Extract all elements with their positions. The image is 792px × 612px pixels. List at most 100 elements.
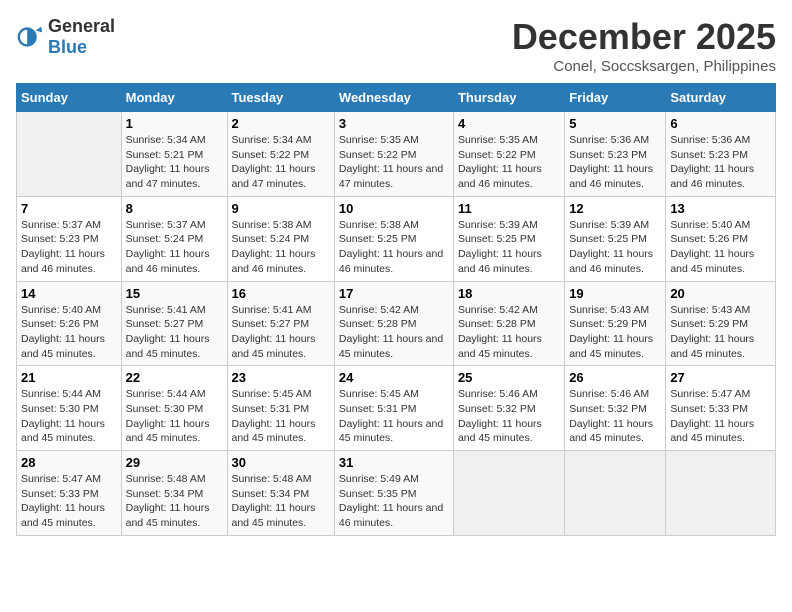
calendar-cell: 21Sunrise: 5:44 AMSunset: 5:30 PMDayligh… (17, 366, 122, 451)
week-row-3: 21Sunrise: 5:44 AMSunset: 5:30 PMDayligh… (17, 366, 776, 451)
calendar-cell (666, 451, 776, 536)
logo-blue: Blue (48, 37, 87, 57)
calendar-cell: 5 Sunrise: 5:36 AMSunset: 5:23 PMDaylight… (565, 112, 666, 197)
day-number: 4 (458, 116, 560, 131)
day-number: 13 (670, 201, 771, 216)
day-info: Sunrise: 5:45 AMSunset: 5:31 PMDaylight:… (339, 387, 449, 446)
day-number: 9 (232, 201, 330, 216)
day-info: Sunrise: 5:46 AMSunset: 5:32 PMDaylight:… (458, 387, 560, 446)
day-number: 20 (670, 286, 771, 301)
day-info: Sunrise: 5:47 AMSunset: 5:33 PMDaylight:… (21, 472, 117, 531)
day-number: 15 (126, 286, 223, 301)
title-area: December 2025 Conel, Soccsksargen, Phili… (512, 16, 776, 75)
logo-text: General Blue (48, 16, 115, 58)
day-header-thursday: Thursday (453, 84, 564, 112)
day-info: Sunrise: 5:46 AMSunset: 5:32 PMDaylight:… (569, 387, 661, 446)
day-header-friday: Friday (565, 84, 666, 112)
calendar-cell: 25 Sunrise: 5:46 AMSunset: 5:32 PMDayligh… (453, 366, 564, 451)
calendar-cell: 22 Sunrise: 5:44 AMSunset: 5:30 PMDayligh… (121, 366, 227, 451)
day-info: Sunrise: 5:35 AMSunset: 5:22 PMDaylight:… (458, 133, 560, 192)
day-info: Sunrise: 5:37 AMSunset: 5:24 PMDaylight:… (126, 218, 223, 277)
day-info: Sunrise: 5:49 AMSunset: 5:35 PMDaylight:… (339, 472, 449, 531)
day-info: Sunrise: 5:40 AMSunset: 5:26 PMDaylight:… (670, 218, 771, 277)
calendar-cell: 6 Sunrise: 5:36 AMSunset: 5:23 PMDaylight… (666, 112, 776, 197)
calendar-cell: 20Sunrise: 5:43 AMSunset: 5:29 PMDayligh… (666, 281, 776, 366)
calendar-cell: 9 Sunrise: 5:38 AMSunset: 5:24 PMDaylight… (227, 196, 334, 281)
day-number: 8 (126, 201, 223, 216)
calendar-cell: 24 Sunrise: 5:45 AMSunset: 5:31 PMDayligh… (334, 366, 453, 451)
calendar-cell: 16 Sunrise: 5:41 AMSunset: 5:27 PMDayligh… (227, 281, 334, 366)
day-info: Sunrise: 5:38 AMSunset: 5:24 PMDaylight:… (232, 218, 330, 277)
calendar-cell: 3Sunrise: 5:35 AMSunset: 5:22 PMDaylight… (334, 112, 453, 197)
day-info: Sunrise: 5:48 AMSunset: 5:34 PMDaylight:… (126, 472, 223, 531)
day-info: Sunrise: 5:47 AMSunset: 5:33 PMDaylight:… (670, 387, 771, 446)
day-info: Sunrise: 5:36 AMSunset: 5:23 PMDaylight:… (569, 133, 661, 192)
day-number: 31 (339, 455, 449, 470)
calendar-cell: 10 Sunrise: 5:38 AMSunset: 5:25 PMDayligh… (334, 196, 453, 281)
day-info: Sunrise: 5:44 AMSunset: 5:30 PMDaylight:… (126, 387, 223, 446)
calendar-cell: 8 Sunrise: 5:37 AMSunset: 5:24 PMDaylight… (121, 196, 227, 281)
day-number: 16 (232, 286, 330, 301)
day-number: 17 (339, 286, 449, 301)
day-number: 25 (458, 370, 560, 385)
day-number: 30 (232, 455, 330, 470)
calendar-cell (565, 451, 666, 536)
logo-general: General (48, 16, 115, 36)
day-info: Sunrise: 5:45 AMSunset: 5:31 PMDaylight:… (232, 387, 330, 446)
day-header-sunday: Sunday (17, 84, 122, 112)
day-number: 26 (569, 370, 661, 385)
calendar-cell: 7Sunrise: 5:37 AMSunset: 5:23 PMDaylight… (17, 196, 122, 281)
calendar-cell: 26 Sunrise: 5:46 AMSunset: 5:32 PMDayligh… (565, 366, 666, 451)
calendar-cell: 23Sunrise: 5:45 AMSunset: 5:31 PMDayligh… (227, 366, 334, 451)
day-number: 24 (339, 370, 449, 385)
calendar-cell: 17 Sunrise: 5:42 AMSunset: 5:28 PMDayligh… (334, 281, 453, 366)
calendar-cell: 13 Sunrise: 5:40 AMSunset: 5:26 PMDayligh… (666, 196, 776, 281)
week-row-4: 28 Sunrise: 5:47 AMSunset: 5:33 PMDayligh… (17, 451, 776, 536)
day-header-saturday: Saturday (666, 84, 776, 112)
day-info: Sunrise: 5:42 AMSunset: 5:28 PMDaylight:… (458, 303, 560, 362)
calendar-cell: 18Sunrise: 5:42 AMSunset: 5:28 PMDayligh… (453, 281, 564, 366)
day-header-tuesday: Tuesday (227, 84, 334, 112)
logo: General Blue (16, 16, 115, 58)
day-info: Sunrise: 5:40 AMSunset: 5:26 PMDaylight:… (21, 303, 117, 362)
calendar-cell: 30 Sunrise: 5:48 AMSunset: 5:34 PMDayligh… (227, 451, 334, 536)
calendar-cell: 11Sunrise: 5:39 AMSunset: 5:25 PMDayligh… (453, 196, 564, 281)
calendar-cell (17, 112, 122, 197)
day-info: Sunrise: 5:34 AMSunset: 5:22 PMDaylight:… (232, 133, 330, 192)
day-number: 22 (126, 370, 223, 385)
calendar-header-row: SundayMondayTuesdayWednesdayThursdayFrid… (17, 84, 776, 112)
day-info: Sunrise: 5:48 AMSunset: 5:34 PMDaylight:… (232, 472, 330, 531)
day-number: 5 (569, 116, 661, 131)
calendar-cell: 27Sunrise: 5:47 AMSunset: 5:33 PMDayligh… (666, 366, 776, 451)
calendar-cell (453, 451, 564, 536)
day-info: Sunrise: 5:42 AMSunset: 5:28 PMDaylight:… (339, 303, 449, 362)
day-number: 11 (458, 201, 560, 216)
day-number: 12 (569, 201, 661, 216)
calendar-cell: 19Sunrise: 5:43 AMSunset: 5:29 PMDayligh… (565, 281, 666, 366)
day-info: Sunrise: 5:35 AMSunset: 5:22 PMDaylight:… (339, 133, 449, 192)
logo-icon (16, 23, 44, 51)
week-row-1: 7Sunrise: 5:37 AMSunset: 5:23 PMDaylight… (17, 196, 776, 281)
day-number: 6 (670, 116, 771, 131)
day-number: 10 (339, 201, 449, 216)
day-number: 28 (21, 455, 117, 470)
header: General Blue December 2025 Conel, Soccsk… (16, 16, 776, 75)
day-header-monday: Monday (121, 84, 227, 112)
sub-title: Conel, Soccsksargen, Philippines (512, 58, 776, 75)
day-info: Sunrise: 5:41 AMSunset: 5:27 PMDaylight:… (232, 303, 330, 362)
calendar-cell: 28 Sunrise: 5:47 AMSunset: 5:33 PMDayligh… (17, 451, 122, 536)
week-row-2: 14 Sunrise: 5:40 AMSunset: 5:26 PMDayligh… (17, 281, 776, 366)
day-info: Sunrise: 5:41 AMSunset: 5:27 PMDaylight:… (126, 303, 223, 362)
calendar-cell: 29 Sunrise: 5:48 AMSunset: 5:34 PMDayligh… (121, 451, 227, 536)
calendar-cell: 15 Sunrise: 5:41 AMSunset: 5:27 PMDayligh… (121, 281, 227, 366)
day-number: 2 (232, 116, 330, 131)
day-number: 14 (21, 286, 117, 301)
day-number: 19 (569, 286, 661, 301)
calendar-cell: 14 Sunrise: 5:40 AMSunset: 5:26 PMDayligh… (17, 281, 122, 366)
day-number: 1 (126, 116, 223, 131)
day-info: Sunrise: 5:36 AMSunset: 5:23 PMDaylight:… (670, 133, 771, 192)
day-info: Sunrise: 5:38 AMSunset: 5:25 PMDaylight:… (339, 218, 449, 277)
day-number: 29 (126, 455, 223, 470)
day-info: Sunrise: 5:44 AMSunset: 5:30 PMDaylight:… (21, 387, 117, 446)
calendar-table: SundayMondayTuesdayWednesdayThursdayFrid… (16, 83, 776, 536)
